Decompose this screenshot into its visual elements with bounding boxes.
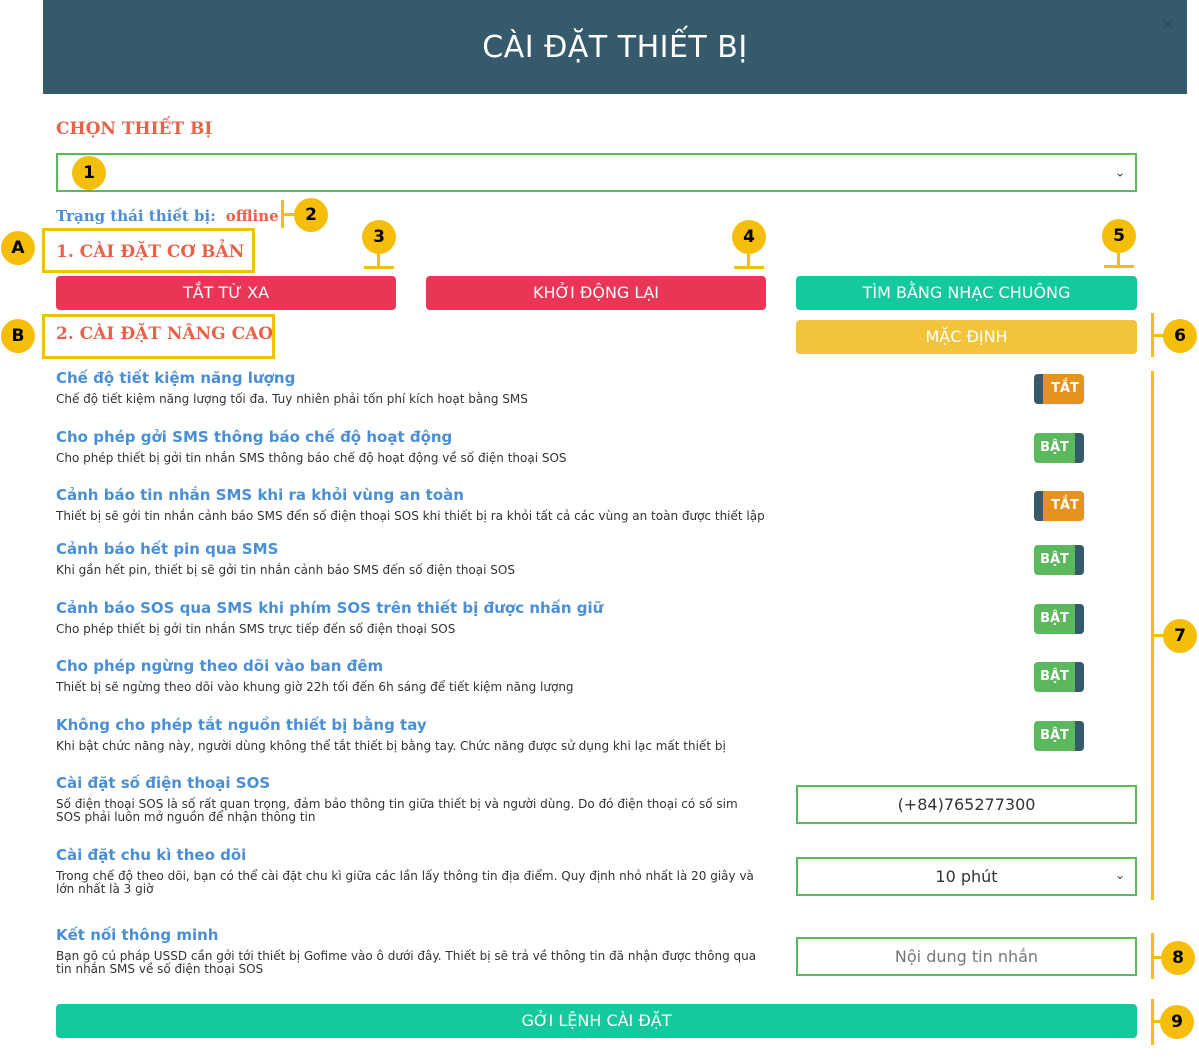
device-status: Trạng thái thiết bị: offline <box>56 207 279 225</box>
toggle-label: TẮT <box>1051 381 1079 396</box>
setting-night-pause: Cho phép ngừng theo dõi vào ban đêm Thiế… <box>56 657 786 694</box>
annotation-badge-6: 6 <box>1163 319 1197 353</box>
choose-device-label: CHỌN THIẾT BỊ <box>56 119 213 139</box>
annotation-bracket-5 <box>1104 265 1134 268</box>
annotation-bracket-4 <box>734 266 764 269</box>
setting-desc: Khi bật chức năng này, người dùng không … <box>56 739 726 753</box>
setting-title: Cảnh báo hết pin qua SMS <box>56 540 279 558</box>
status-label: Trạng thái thiết bị: <box>56 207 216 225</box>
setting-desc: Bạn gõ cú pháp USSD cần gởi tới thiết bị… <box>56 949 757 976</box>
dialog-header: CÀI ĐẶT THIẾT BỊ × <box>43 0 1187 94</box>
annotation-badge-b: B <box>1 319 35 353</box>
status-value: offline <box>225 207 279 225</box>
annotation-bracket-2 <box>281 213 295 216</box>
toggle-label: BẬT <box>1040 552 1069 567</box>
settings-dialog: CÀI ĐẶT THIẾT BỊ × CHỌN THIẾT BỊ ⌄ Trạng… <box>0 0 1199 1058</box>
chevron-down-icon: ⌄ <box>1114 867 1125 882</box>
setting-tracking-cycle: Cài đặt chu kì theo dõi Trong chế độ the… <box>56 846 786 896</box>
setting-desc: Số điện thoại SOS là số rất quan trọng, … <box>56 797 738 824</box>
chevron-down-icon: ⌄ <box>1114 164 1125 179</box>
find-by-ringtone-button[interactable]: TÌM BẰNG NHẠC CHUÔNG <box>796 276 1137 310</box>
annotation-box-b <box>42 314 275 359</box>
setting-safe-zone-alert: Cảnh báo tin nhắn SMS khi ra khỏi vùng a… <box>56 486 786 523</box>
tracking-cycle-value: 10 phút <box>935 867 998 886</box>
annotation-badge-4: 4 <box>732 220 766 254</box>
annotation-badge-3: 3 <box>362 220 396 254</box>
sos-number-input[interactable]: (+84)765277300 <box>796 785 1137 824</box>
annotation-badge-7: 7 <box>1163 619 1197 653</box>
setting-sos-key-alert: Cảnh báo SOS qua SMS khi phím SOS trên t… <box>56 599 786 636</box>
annotation-badge-8: 8 <box>1161 941 1195 975</box>
toggle-low-battery-alert[interactable]: BẬT <box>1034 545 1084 575</box>
setting-desc: Chế độ tiết kiệm năng lượng tối đa. Tuy … <box>56 392 528 406</box>
setting-title: Kết nối thông minh <box>56 926 219 944</box>
setting-desc: Trong chế độ theo dõi, bạn có thể cài đặ… <box>56 869 754 896</box>
annotation-badge-1: 1 <box>72 156 106 190</box>
annotation-badge-9: 9 <box>1160 1005 1194 1039</box>
setting-desc: Cho phép thiết bị gởi tin nhắn SMS trực … <box>56 622 456 636</box>
restart-button[interactable]: KHỞI ĐỘNG LẠI <box>426 276 766 310</box>
toggle-prevent-power-off[interactable]: BẬT <box>1034 721 1084 751</box>
annotation-badge-2: 2 <box>294 198 328 232</box>
setting-title: Cảnh báo SOS qua SMS khi phím SOS trên t… <box>56 599 604 617</box>
page-title: CÀI ĐẶT THIẾT BỊ <box>482 30 748 65</box>
annotation-badge-5: 5 <box>1102 219 1136 253</box>
annotation-bracket-3 <box>364 266 394 269</box>
setting-title: Cài đặt số điện thoại SOS <box>56 774 271 792</box>
setting-desc: Thiết bị sẽ ngừng theo dõi vào khung giờ… <box>56 680 574 694</box>
setting-prevent-power-off: Không cho phép tắt nguồn thiết bị bằng t… <box>56 716 786 753</box>
toggle-label: BẬT <box>1040 611 1069 626</box>
setting-title: Chế độ tiết kiệm năng lượng <box>56 369 296 387</box>
toggle-label: BẬT <box>1040 728 1069 743</box>
message-input[interactable]: Nội dung tin nhắn <box>796 937 1137 976</box>
setting-sms-mode-notify: Cho phép gởi SMS thông báo chế độ hoạt đ… <box>56 428 786 465</box>
setting-title: Cảnh báo tin nhắn SMS khi ra khỏi vùng a… <box>56 486 464 504</box>
toggle-label: BẬT <box>1040 440 1069 455</box>
tracking-cycle-select[interactable]: 10 phút ⌄ <box>796 857 1137 896</box>
device-select[interactable]: ⌄ <box>56 153 1137 192</box>
annotation-badge-a: A <box>1 231 35 265</box>
setting-smart-connect: Kết nối thông minh Bạn gõ cú pháp USSD c… <box>56 926 786 976</box>
setting-low-battery-alert: Cảnh báo hết pin qua SMS Khi gần hết pin… <box>56 540 786 577</box>
setting-desc: Khi gần hết pin, thiết bị sẽ gởi tin nhắ… <box>56 563 515 577</box>
toggle-safe-zone-alert[interactable]: TẮT <box>1034 491 1084 521</box>
setting-desc: Cho phép thiết bị gởi tin nhắn SMS thông… <box>56 451 567 465</box>
toggle-sos-key-alert[interactable]: BẬT <box>1034 604 1084 634</box>
close-icon[interactable]: × <box>1160 14 1175 35</box>
default-button[interactable]: MẶC ĐỊNH <box>796 320 1137 354</box>
send-settings-button[interactable]: GỞI LỆNH CÀI ĐẶT <box>56 1004 1137 1038</box>
toggle-sms-mode-notify[interactable]: BẬT <box>1034 433 1084 463</box>
toggle-power-saving[interactable]: TẮT <box>1034 374 1084 404</box>
remote-shutdown-button[interactable]: TẮT TỪ XA <box>56 276 396 310</box>
annotation-box-a <box>42 228 255 273</box>
setting-title: Cho phép gởi SMS thông báo chế độ hoạt đ… <box>56 428 453 446</box>
toggle-label: BẬT <box>1040 669 1069 684</box>
setting-power-saving: Chế độ tiết kiệm năng lượng Chế độ tiết … <box>56 369 786 406</box>
setting-title: Cho phép ngừng theo dõi vào ban đêm <box>56 657 384 675</box>
setting-title: Không cho phép tắt nguồn thiết bị bằng t… <box>56 716 427 734</box>
setting-sos-number: Cài đặt số điện thoại SOS Số điện thoại … <box>56 774 786 824</box>
toggle-label: TẮT <box>1051 498 1079 513</box>
setting-title: Cài đặt chu kì theo dõi <box>56 846 247 864</box>
toggle-night-pause[interactable]: BẬT <box>1034 662 1084 692</box>
setting-desc: Thiết bị sẽ gởi tin nhắn cảnh báo SMS đế… <box>56 509 765 523</box>
